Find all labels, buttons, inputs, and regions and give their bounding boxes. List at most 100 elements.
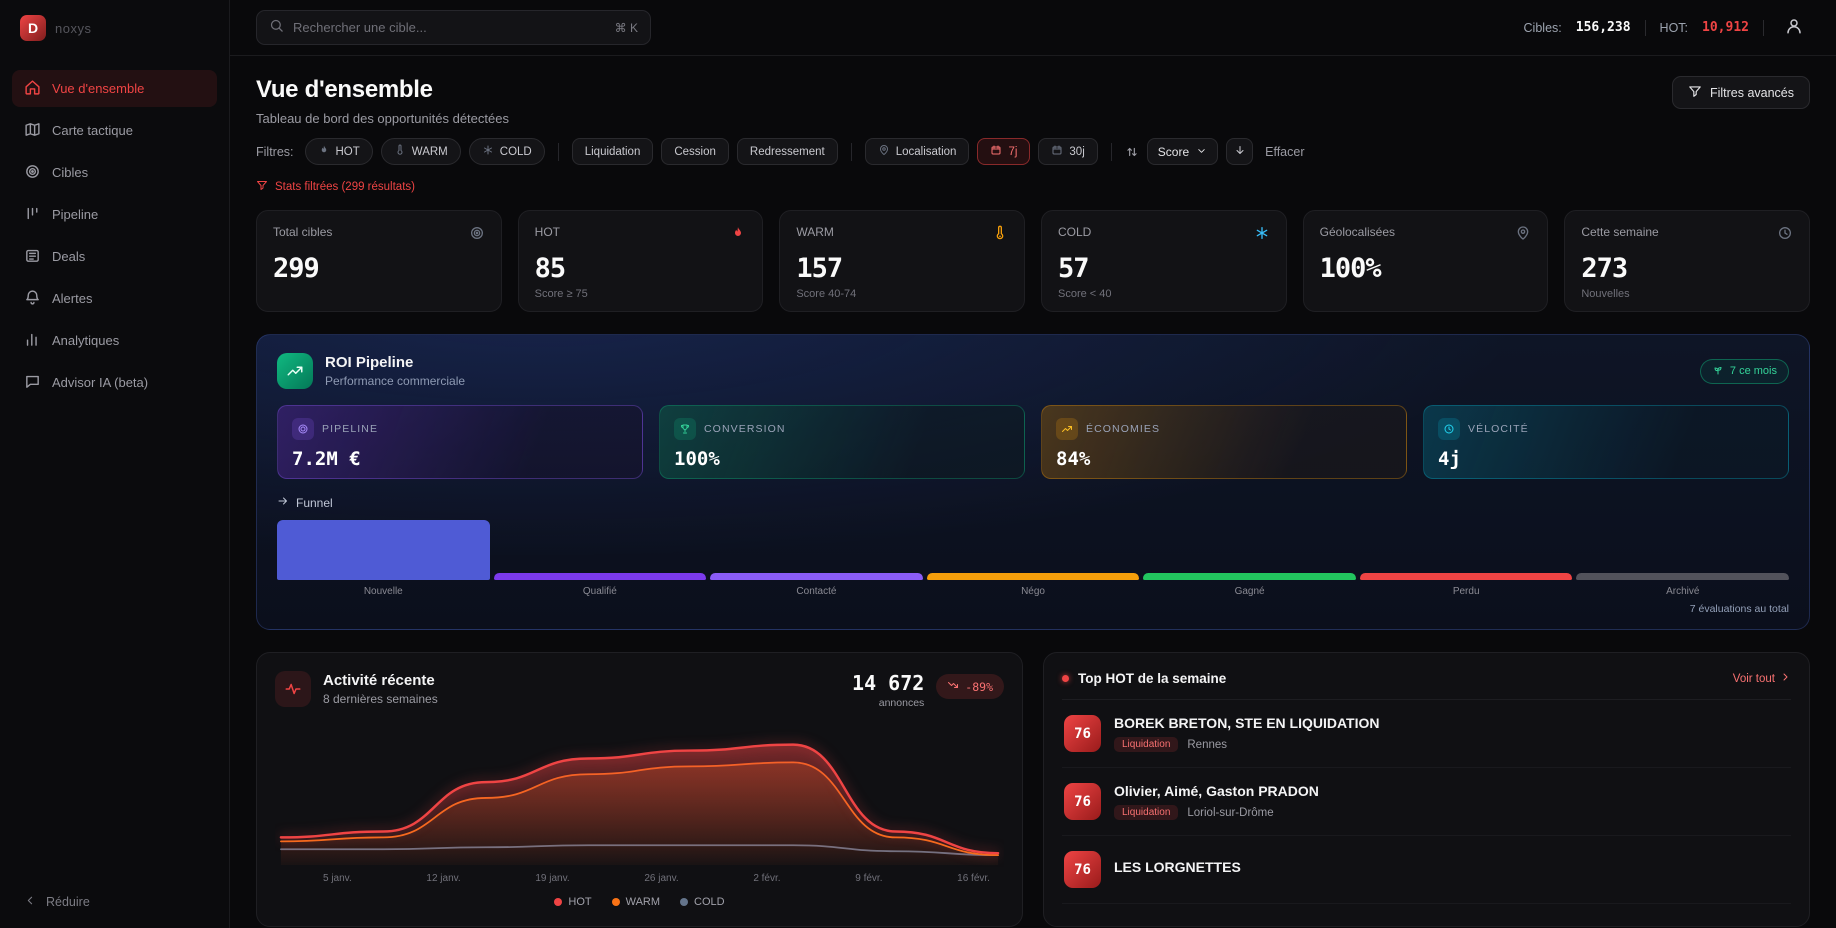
sidebar-item-label: Alertes xyxy=(52,291,92,306)
sidebar-item-label: Cibles xyxy=(52,165,88,180)
funnel-label: Qualifié xyxy=(494,586,707,597)
legend-label: COLD xyxy=(694,896,725,908)
filter-chip-cold[interactable]: COLD xyxy=(469,138,545,165)
sidebar-item-label: Analytiques xyxy=(52,333,119,348)
roi-metrics-row: PIPELINE 7.2M € CONVERSION 100% ÉCONOMIE… xyxy=(277,405,1789,479)
page-subtitle: Tableau de bord des opportunités détecté… xyxy=(256,111,509,126)
sort-select[interactable]: Score xyxy=(1147,138,1218,165)
hot-status-dot xyxy=(1062,675,1069,682)
filter-chip-redressement[interactable]: Redressement xyxy=(737,138,838,165)
top-hot-row[interactable]: 76 LES LORGNETTES xyxy=(1062,836,1791,904)
funnel-bar-contacte xyxy=(710,573,923,580)
stat-value: 273 xyxy=(1581,253,1793,284)
funnel-chart: Nouvelle Qualifié Contacté Négo Gagné Pe… xyxy=(277,520,1789,597)
legend-hot: HOT xyxy=(554,896,591,908)
sidebar-item-vue-densemble[interactable]: Vue d'ensemble xyxy=(12,70,217,107)
home-icon xyxy=(24,79,41,99)
target-name: LES LORGNETTES xyxy=(1114,859,1241,875)
stat-value: 157 xyxy=(796,253,1008,284)
top-hot-row[interactable]: 76 Olivier, Aimé, Gaston PRADON Liquidat… xyxy=(1062,768,1791,836)
see-all-label: Voir tout xyxy=(1733,673,1775,685)
search-icon xyxy=(269,18,284,38)
filter-chip-localisation[interactable]: Localisation xyxy=(865,138,970,165)
divider xyxy=(1111,143,1112,161)
see-all-link[interactable]: Voir tout xyxy=(1733,671,1791,686)
sort-icon xyxy=(1125,145,1139,159)
activity-total: 14 672 xyxy=(852,671,924,695)
stat-label: Cette semaine xyxy=(1581,225,1658,239)
legend-dot-red xyxy=(554,898,562,906)
cibles-count-value: 156,238 xyxy=(1576,20,1631,35)
funnel-title: Funnel xyxy=(296,496,333,510)
flame-icon xyxy=(730,225,746,246)
sidebar-item-label: Advisor IA (beta) xyxy=(52,375,148,390)
sidebar-item-alertes[interactable]: Alertes xyxy=(12,280,217,317)
sidebar-item-carte-tactique[interactable]: Carte tactique xyxy=(12,112,217,149)
metric-value: 84% xyxy=(1056,448,1392,470)
top-hot-card: Top HOT de la semaine Voir tout 76 BOREK… xyxy=(1043,652,1810,927)
target-location: Loriol-sur-Drôme xyxy=(1187,807,1273,819)
sidebar-item-pipeline[interactable]: Pipeline xyxy=(12,196,217,233)
activity-title: Activité récente xyxy=(323,672,438,689)
chip-label: HOT xyxy=(336,146,360,158)
search-input[interactable] xyxy=(293,20,606,35)
filter-chip-30j[interactable]: 30j xyxy=(1038,138,1097,165)
sidebar-item-cibles[interactable]: Cibles xyxy=(12,154,217,191)
page-title: Vue d'ensemble xyxy=(256,76,509,104)
chevron-left-icon xyxy=(24,894,37,910)
funnel-label: Archivé xyxy=(1576,586,1789,597)
stat-label: HOT xyxy=(535,225,560,239)
main-content: Vue d'ensemble Tableau de bord des oppor… xyxy=(230,56,1836,928)
x-tick: 2 févr. xyxy=(753,873,780,884)
user-menu-button[interactable] xyxy=(1778,12,1810,44)
funnel-label: Négo xyxy=(927,586,1140,597)
pipeline-icon xyxy=(24,205,41,225)
map-pin-icon xyxy=(878,144,890,159)
search-box[interactable]: ⌘ K xyxy=(256,10,651,45)
sidebar-collapse-button[interactable]: Réduire xyxy=(0,876,229,928)
score-badge: 76 xyxy=(1064,715,1101,752)
advanced-filters-button[interactable]: Filtres avancés xyxy=(1672,76,1810,109)
stat-sub: Score 40-74 xyxy=(796,288,1008,300)
sidebar-item-label: Deals xyxy=(52,249,85,264)
stats-cards-row: Total cibles 299 HOT 85 Score ≥ 75 WARM … xyxy=(256,210,1810,312)
legend-dot-orange xyxy=(612,898,620,906)
funnel-icon xyxy=(256,179,268,194)
filter-chip-liquidation[interactable]: Liquidation xyxy=(572,138,654,165)
roi-subtitle: Performance commerciale xyxy=(325,374,465,388)
stat-label: WARM xyxy=(796,225,834,239)
filter-chip-cession[interactable]: Cession xyxy=(661,138,729,165)
stat-value: 299 xyxy=(273,253,485,284)
funnel-bar-nouvelle xyxy=(277,520,490,580)
sidebar-item-advisor-ia[interactable]: Advisor IA (beta) xyxy=(12,364,217,401)
sidebar-item-label: Vue d'ensemble xyxy=(52,81,144,96)
sidebar-item-analytiques[interactable]: Analytiques xyxy=(12,322,217,359)
brand-name: noxys xyxy=(55,21,91,36)
thermometer-icon xyxy=(992,225,1008,246)
filter-chip-warm[interactable]: WARM xyxy=(381,138,461,165)
activity-subtitle: 8 dernières semaines xyxy=(323,692,438,706)
legend-dot-slate xyxy=(680,898,688,906)
filter-chip-hot[interactable]: HOT xyxy=(305,138,373,165)
clock-icon xyxy=(1777,225,1793,246)
score-badge: 76 xyxy=(1064,851,1101,888)
stat-card-total-cibles: Total cibles 299 xyxy=(256,210,502,312)
sort-direction-button[interactable] xyxy=(1226,138,1253,165)
x-tick: 26 janv. xyxy=(644,873,678,884)
metric-label: CONVERSION xyxy=(704,423,786,435)
chip-label: Liquidation xyxy=(585,146,641,158)
filter-bar: Filtres: HOT WARM COLD Liquidation Cessi… xyxy=(256,138,1810,165)
trophy-icon xyxy=(674,418,696,440)
target-icon xyxy=(469,225,485,246)
filter-chip-7j[interactable]: 7j xyxy=(977,138,1030,165)
stat-value: 57 xyxy=(1058,253,1270,284)
top-hot-row[interactable]: 76 BOREK BRETON, STE EN LIQUIDATION Liqu… xyxy=(1062,700,1791,768)
advanced-filters-label: Filtres avancés xyxy=(1710,86,1794,100)
top-hot-title: Top HOT de la semaine xyxy=(1078,671,1226,686)
sidebar-item-deals[interactable]: Deals xyxy=(12,238,217,275)
stat-sub: Score ≥ 75 xyxy=(535,288,747,300)
map-pin-icon xyxy=(1515,225,1531,246)
clear-filters-button[interactable]: Effacer xyxy=(1265,145,1304,159)
search-shortcut: ⌘ K xyxy=(615,21,638,35)
funnel-label: Contacté xyxy=(710,586,923,597)
